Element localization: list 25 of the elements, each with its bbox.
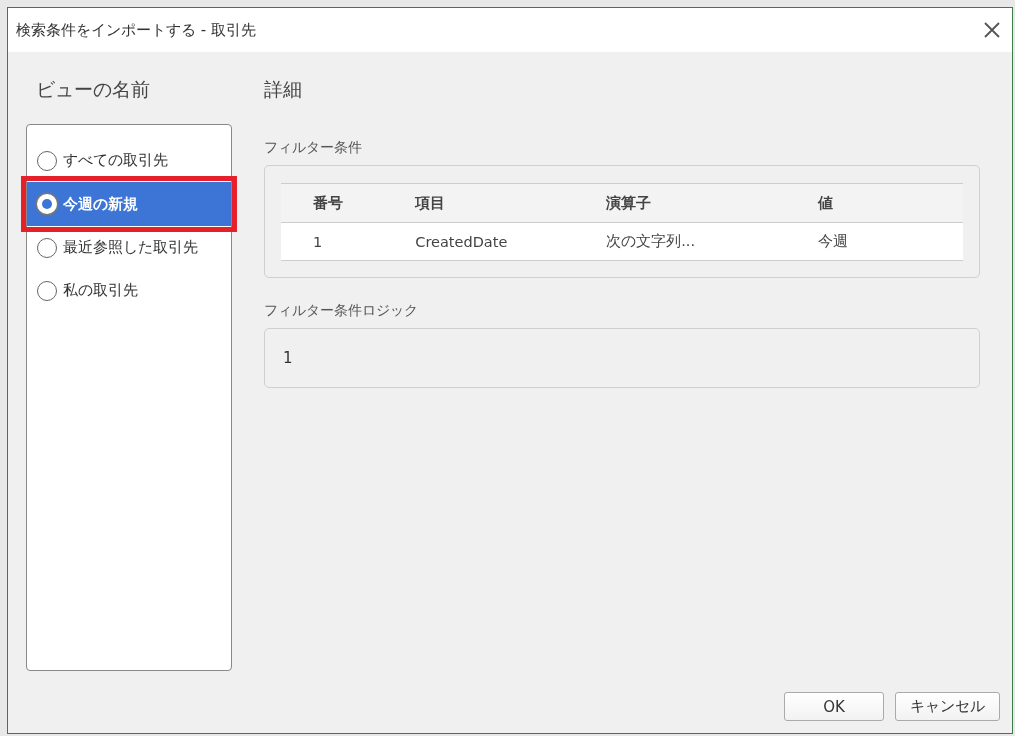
window-title: 検索条件をインポートする - 取引先 — [16, 20, 256, 40]
table-cell: 次の文字列... — [574, 222, 786, 261]
section-heading: 詳細 — [264, 77, 303, 102]
column-header: 演算子 — [574, 183, 786, 223]
close-icon — [984, 22, 1000, 38]
section-heading: ビューの名前 — [36, 77, 151, 102]
column-header: 項目 — [383, 183, 575, 223]
field-label: フィルター条件ロジック — [264, 302, 419, 320]
table-cell: 1 — [281, 222, 384, 261]
radio-icon — [37, 150, 57, 171]
field-label: フィルター条件 — [264, 139, 363, 157]
logic-field: 1 — [264, 328, 980, 388]
radio-icon — [37, 280, 57, 301]
column-header: 番号 — [281, 183, 384, 223]
column-header: 値 — [785, 183, 963, 223]
close-button[interactable] — [982, 20, 1002, 40]
cancel-button[interactable]: キャンセル — [895, 692, 1000, 721]
view-option[interactable]: 私の取引先 — [27, 269, 231, 312]
radio-icon — [37, 194, 57, 214]
table-cell: CreatedDate — [383, 222, 575, 261]
table-cell: 今週 — [785, 222, 963, 261]
view-option[interactable]: すべての取引先 — [27, 139, 231, 182]
view-option[interactable]: 最近参照した取引先 — [27, 226, 231, 269]
ok-button[interactable]: OK — [784, 692, 884, 721]
radio-icon — [37, 237, 57, 258]
